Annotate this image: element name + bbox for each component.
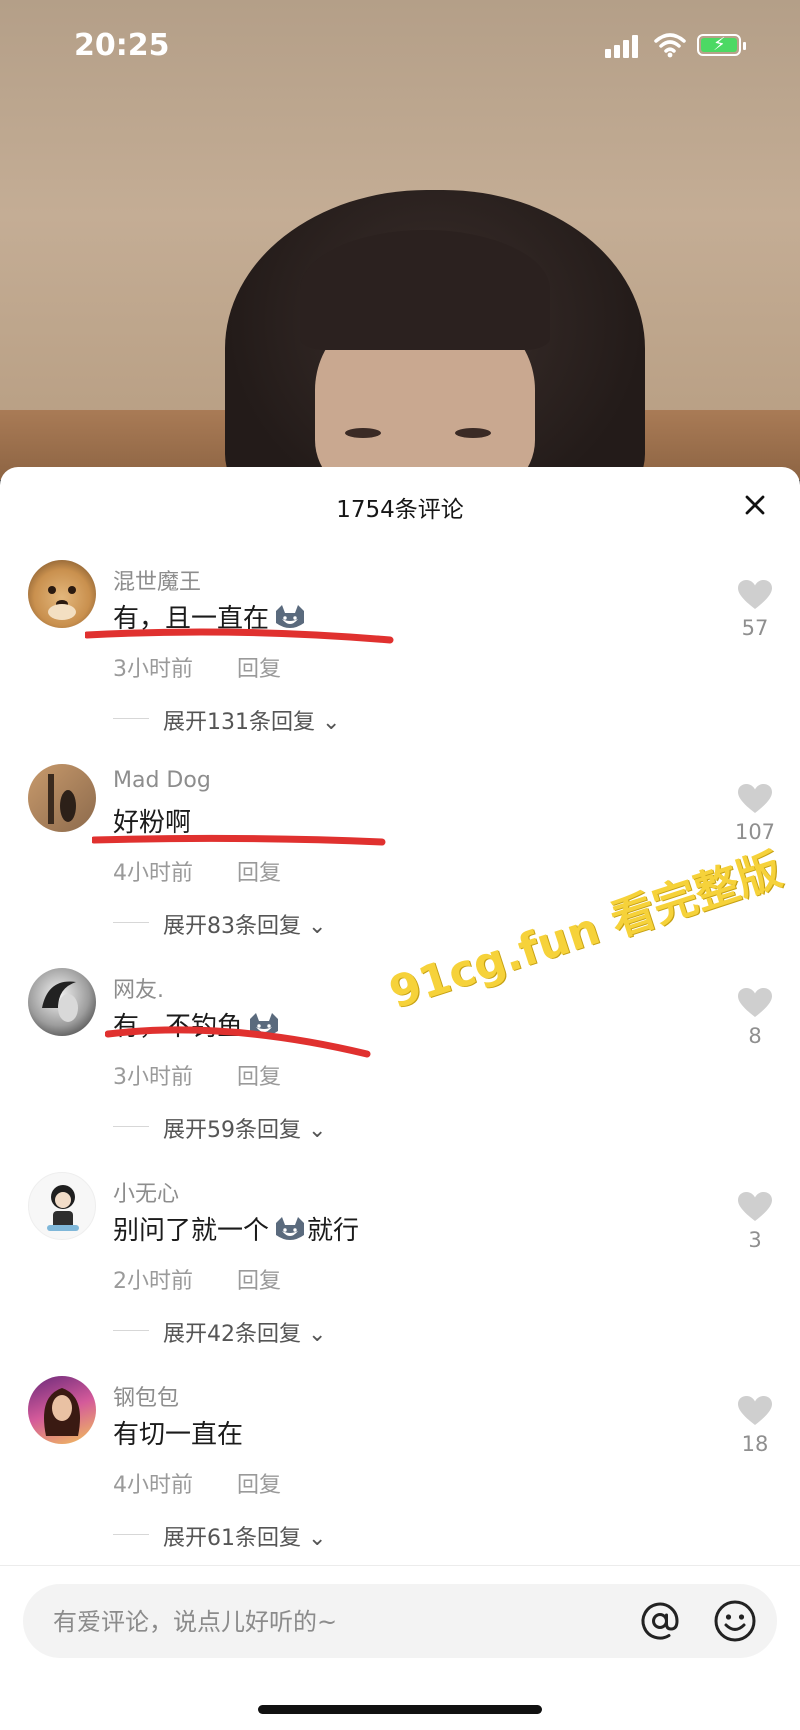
- heart-icon[interactable]: [738, 1396, 772, 1426]
- husky-emoji-icon: [276, 1217, 305, 1240]
- comment-time: 3小时前: [113, 657, 193, 682]
- comment-time: 4小时前: [113, 861, 193, 886]
- home-indicator: [258, 1705, 542, 1714]
- comment-author[interactable]: 小无心: [113, 1176, 179, 1208]
- avatar[interactable]: [28, 764, 96, 832]
- reply-button[interactable]: 回复: [237, 1059, 281, 1091]
- expand-replies-button[interactable]: 展开131条回复 ⌄: [163, 704, 340, 736]
- like-control[interactable]: 8: [730, 988, 780, 1048]
- battery-charging-icon: ⚡: [697, 34, 746, 56]
- person-eye-left: [345, 428, 381, 438]
- husky-emoji-icon: [250, 1013, 279, 1036]
- expand-replies-button[interactable]: 展开83条回复 ⌄: [163, 908, 326, 940]
- like-count: 8: [748, 1024, 762, 1048]
- reply-button[interactable]: 回复: [237, 1263, 281, 1295]
- expand-replies-button[interactable]: 展开59条回复 ⌄: [163, 1112, 326, 1144]
- status-bar: 20:25 ⚡: [0, 0, 800, 90]
- emoji-icon[interactable]: [711, 1597, 759, 1645]
- expand-replies-button[interactable]: 展开42条回复 ⌄: [163, 1316, 326, 1348]
- reply-button[interactable]: 回复: [237, 651, 281, 683]
- husky-emoji-icon: [276, 605, 305, 628]
- comment-author[interactable]: 混世魔王: [113, 564, 201, 596]
- heart-icon[interactable]: [738, 580, 772, 610]
- heart-icon[interactable]: [738, 988, 772, 1018]
- heart-icon[interactable]: [738, 784, 772, 814]
- person-eye-right: [455, 428, 491, 438]
- comment-item: 小无心 别问了就一个 就行 2小时前 回复 展开42条回复 ⌄ 3: [0, 1172, 800, 1372]
- comment-item: 钢包包 有切一直在 4小时前 回复 展开61条回复 ⌄ 18: [0, 1376, 800, 1576]
- comment-item: 混世魔王 有，且一直在 3小时前 回复 展开131条回复 ⌄ 57: [0, 560, 800, 760]
- expand-replies-button[interactable]: 展开61条回复 ⌄: [163, 1520, 326, 1552]
- chevron-down-icon: ⌄: [301, 1322, 327, 1347]
- comment-item: Mad Dog 好粉啊 4小时前 回复 展开83条回复 ⌄ 107: [0, 764, 800, 964]
- reply-button[interactable]: 回复: [237, 855, 281, 887]
- wifi-icon: [654, 33, 686, 58]
- comment-author[interactable]: Mad Dog: [113, 768, 211, 793]
- like-control[interactable]: 18: [730, 1396, 780, 1456]
- like-control[interactable]: 57: [730, 580, 780, 640]
- comments-count-title: 1754条评论: [336, 497, 464, 523]
- comment-text: 有，不钓鱼: [113, 1006, 281, 1043]
- mention-at-icon[interactable]: [635, 1596, 685, 1646]
- comment-input[interactable]: [51, 1584, 615, 1660]
- expand-divider: [113, 1534, 149, 1535]
- expand-divider: [113, 1126, 149, 1127]
- like-count: 107: [734, 820, 776, 844]
- comment-text: 有切一直在: [113, 1420, 244, 1450]
- person-bangs: [300, 230, 550, 350]
- like-count: 18: [741, 1432, 769, 1456]
- comment-text: 好粉啊: [113, 808, 192, 838]
- cellular-signal-icon: [605, 34, 643, 58]
- like-control[interactable]: 107: [730, 784, 780, 844]
- avatar[interactable]: [28, 1376, 96, 1444]
- chevron-down-icon: ⌄: [315, 710, 341, 735]
- comment-text: 有，且一直在: [113, 598, 307, 635]
- chevron-down-icon: ⌄: [301, 1118, 327, 1143]
- expand-divider: [113, 922, 149, 923]
- avatar[interactable]: [28, 968, 96, 1036]
- avatar[interactable]: [28, 1172, 96, 1240]
- comment-author[interactable]: 钢包包: [113, 1380, 179, 1412]
- expand-divider: [113, 718, 149, 719]
- comment-time: 4小时前: [113, 1473, 193, 1498]
- divider: [0, 1565, 800, 1566]
- comment-text: 别问了就一个 就行: [113, 1216, 360, 1246]
- like-count: 3: [748, 1228, 762, 1252]
- comment-author[interactable]: 网友.: [113, 972, 164, 1004]
- comment-time: 2小时前: [113, 1269, 193, 1294]
- chevron-down-icon: ⌄: [301, 1526, 327, 1551]
- status-time: 20:25: [74, 28, 170, 63]
- like-count: 57: [741, 616, 769, 640]
- expand-divider: [113, 1330, 149, 1331]
- comment-input-bar: [23, 1584, 777, 1660]
- avatar[interactable]: [28, 560, 96, 628]
- comment-time: 3小时前: [113, 1065, 193, 1090]
- heart-icon[interactable]: [738, 1192, 772, 1222]
- like-control[interactable]: 3: [730, 1192, 780, 1252]
- reply-button[interactable]: 回复: [237, 1467, 281, 1499]
- chevron-down-icon: ⌄: [301, 914, 327, 939]
- close-icon[interactable]: [740, 490, 770, 520]
- comment-item: 网友. 有，不钓鱼 3小时前 回复 展开59条回复 ⌄ 8: [0, 968, 800, 1168]
